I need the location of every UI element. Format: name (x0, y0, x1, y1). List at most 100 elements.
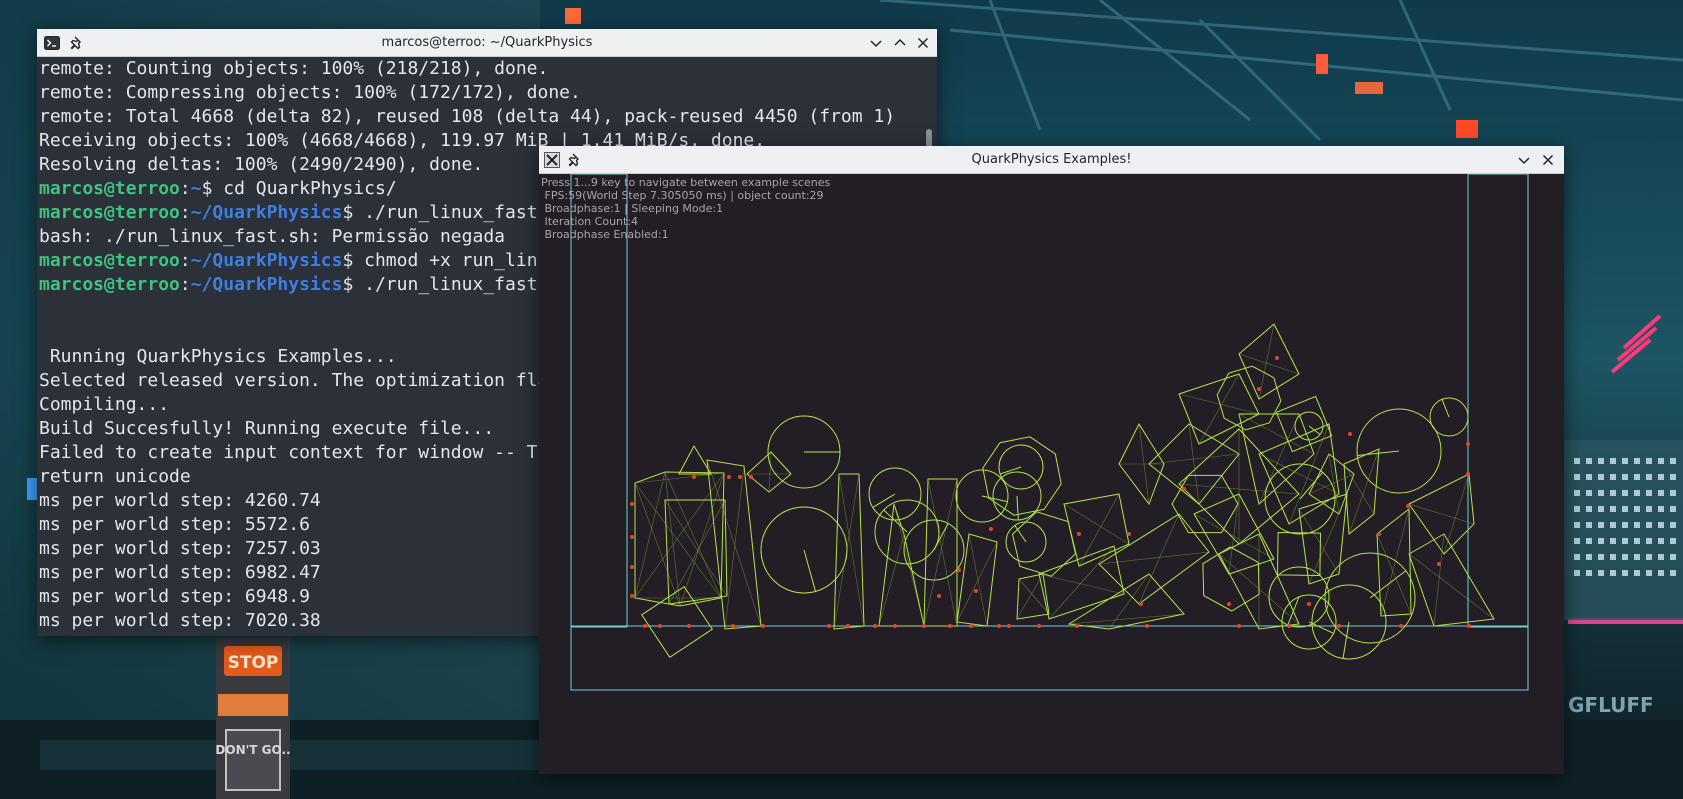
maximize-button[interactable] (890, 33, 910, 53)
contact-point (630, 594, 634, 598)
terminal-line: Compiling... (39, 394, 170, 415)
prompt-user: marcos@terroo (39, 178, 180, 199)
window-light (1574, 458, 1580, 464)
terminal-line: Failed to create input context for windo… (39, 442, 538, 463)
mesh-spring (1228, 493, 1240, 575)
prompt-dollar: $ (201, 178, 213, 199)
close-button[interactable] (1538, 150, 1558, 170)
mesh-spring (878, 533, 905, 627)
contact-point (738, 475, 742, 479)
minimize-button[interactable] (1514, 150, 1534, 170)
mesh-spring (927, 478, 958, 627)
contact-point (1145, 624, 1149, 628)
circle-rotation-indicator (803, 549, 816, 592)
mesh-spring (1178, 393, 1260, 415)
dont-go-sign-text: DON'T GO.. (215, 743, 290, 757)
terminal-line: marcos@terroo:~/QuarkPhysics$ ./run_linu… (39, 273, 570, 297)
window-light (1598, 554, 1604, 560)
contact-point (687, 624, 691, 628)
right-wall (1467, 174, 1529, 628)
window-light (1610, 570, 1616, 576)
prompt-separator: : (179, 274, 191, 295)
contact-point (873, 624, 877, 628)
mesh-spring (664, 499, 728, 597)
chevron-down-icon (1518, 157, 1530, 165)
window-light (1622, 570, 1628, 576)
window-light (1634, 522, 1640, 528)
contact-point (893, 624, 897, 628)
window-light (1670, 490, 1676, 496)
contact-point (1182, 487, 1186, 491)
terminal-line: Selected released version. The optimizat… (39, 370, 571, 391)
contact-point (643, 624, 647, 628)
prompt-separator: : (179, 178, 191, 199)
window-light (1586, 490, 1592, 496)
prompt-path: ~ (190, 178, 202, 199)
contact-point (1337, 624, 1341, 628)
contact-point (969, 624, 973, 628)
window-light (1658, 522, 1664, 528)
window-light (1670, 554, 1676, 560)
soft-body (664, 499, 728, 605)
window-light (1622, 458, 1628, 464)
close-icon (1542, 154, 1554, 166)
window-light (1574, 570, 1580, 576)
mesh-spring (956, 541, 998, 623)
window-light (1646, 570, 1652, 576)
chevron-up-icon (894, 38, 906, 46)
window-light (1586, 458, 1592, 464)
contact-point (1406, 504, 1410, 508)
quark-window[interactable]: QuarkPhysics Examples! Press 1...9 key t… (539, 146, 1564, 774)
soft-body (1343, 448, 1380, 535)
contact-point (1348, 432, 1352, 436)
terminal-titlebar[interactable]: marcos@terroo: ~/QuarkPhysics (37, 29, 937, 57)
prompt-separator: : (179, 250, 191, 271)
minimize-button[interactable] (866, 33, 886, 53)
window-light (1646, 522, 1652, 528)
hud-line: Press 1...9 key to navigate between exam… (541, 176, 831, 189)
soft-body (1067, 573, 1185, 630)
window-light (1574, 522, 1580, 528)
prompt-separator: : (179, 202, 191, 223)
contact-point (948, 624, 952, 628)
window-light (1622, 490, 1628, 496)
quark-title: QuarkPhysics Examples! (971, 152, 1132, 167)
window-light (1670, 522, 1676, 528)
prompt-dollar: $ (342, 250, 354, 271)
window-light (1646, 554, 1652, 560)
circle-rotation-indicator (1369, 570, 1407, 599)
window-light (1586, 474, 1592, 480)
terminal-line: ms per world step: 4260.74 (39, 490, 321, 511)
mesh-spring (1298, 508, 1340, 575)
physics-viewport[interactable]: Press 1...9 key to navigate between exam… (539, 174, 1564, 774)
contact-point (827, 624, 831, 628)
quark-titlebar[interactable]: QuarkPhysics Examples! (539, 146, 1564, 174)
contact-point (1377, 532, 1381, 536)
window-light (1646, 474, 1652, 480)
square-body (1276, 531, 1322, 577)
circle-rotation-indicator (981, 495, 1008, 503)
window-light (1586, 522, 1592, 528)
soft-body (878, 503, 925, 627)
prompt-user: marcos@terroo (39, 250, 180, 271)
contact-point (1275, 356, 1279, 360)
window-light (1610, 458, 1616, 464)
window-light (1658, 458, 1664, 464)
terminal-line: Build Succesfully! Running execute file.… (39, 418, 495, 439)
contact-point (1287, 624, 1291, 628)
mesh-spring (1308, 493, 1348, 585)
window-light (1586, 506, 1592, 512)
window-light (1610, 474, 1616, 480)
mesh-spring (664, 471, 722, 599)
contact-point (1399, 624, 1403, 628)
window-light (1646, 538, 1652, 544)
hexagon-body (1011, 511, 1077, 577)
window-light (1634, 458, 1640, 464)
soft-body (833, 473, 865, 630)
close-button[interactable] (913, 33, 933, 53)
window-light (1610, 490, 1616, 496)
window-light (1622, 506, 1628, 512)
window-light (1574, 506, 1580, 512)
circle-rotation-indicator (1441, 399, 1450, 418)
mesh-spring (1258, 413, 1300, 505)
